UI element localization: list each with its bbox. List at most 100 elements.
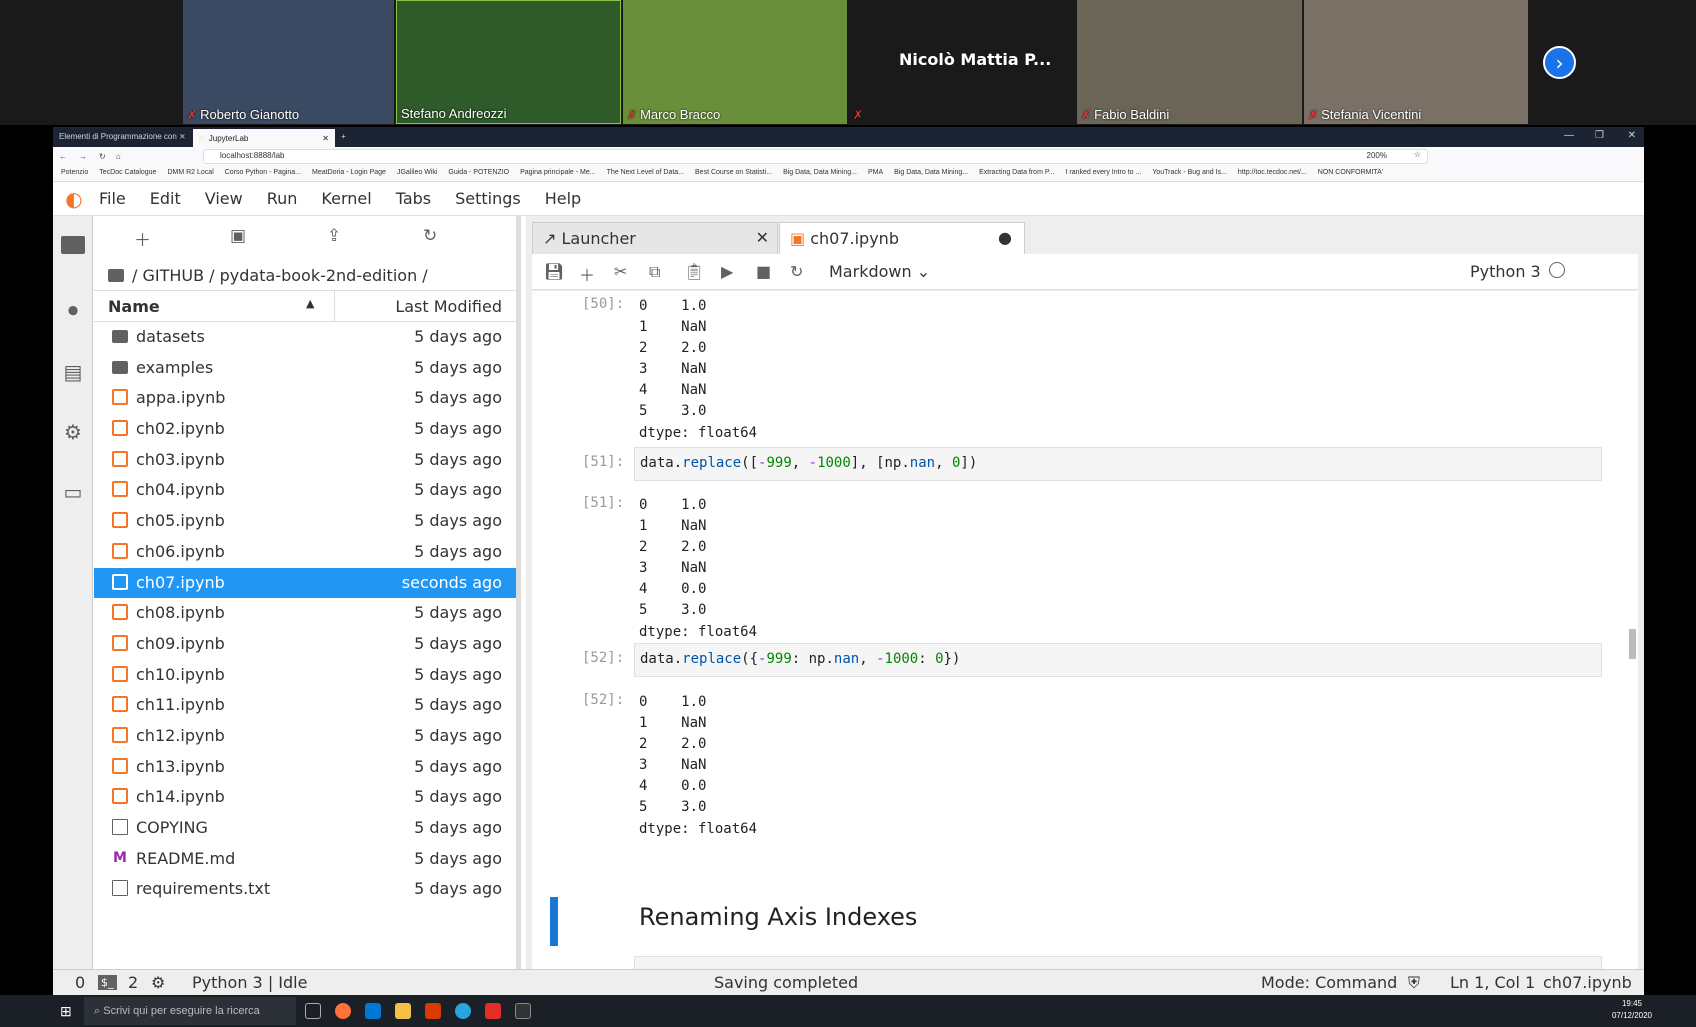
file-row[interactable]: ch11.ipynb 5 days ago [94, 690, 516, 721]
cursor-position[interactable]: Ln 1, Col 1 [1450, 973, 1535, 992]
bookmark-item[interactable]: JGalileo Wiki [397, 169, 437, 176]
back-icon[interactable]: ← [59, 152, 67, 161]
file-row[interactable]: M README.md 5 days ago [94, 844, 516, 875]
bookmark-item[interactable]: Big Data, Data Mining... [783, 169, 857, 176]
windows-start-icon[interactable]: ⊞ [60, 1003, 72, 1020]
file-row[interactable]: requirements.txt 5 days ago [94, 874, 516, 905]
file-row[interactable]: ch02.ipynb 5 days ago [94, 414, 516, 445]
restart-icon[interactable]: ↻ [790, 262, 803, 281]
menu-tabs[interactable]: Tabs [396, 189, 431, 208]
bookmark-item[interactable]: Extracting Data from P... [979, 169, 1054, 176]
tab-launcher[interactable]: ↗ Launcher ✕ [532, 222, 778, 254]
command-palette-icon[interactable]: ▤ [61, 360, 85, 384]
bookmark-item[interactable]: Corso Python - Pagina... [225, 169, 301, 176]
column-last-modified[interactable]: Last Modified [395, 297, 502, 316]
run-icon[interactable]: ▶ [721, 262, 733, 281]
bookmark-item[interactable]: PMA [868, 169, 883, 176]
bookmark-item[interactable]: Big Data, Data Mining... [894, 169, 968, 176]
file-row[interactable]: appa.ipynb 5 days ago [94, 383, 516, 414]
refresh-icon[interactable]: ↻ [423, 226, 437, 246]
menu-help[interactable]: Help [545, 189, 581, 208]
firefox-icon[interactable] [335, 1003, 351, 1019]
bookmark-item[interactable]: Potenzio [61, 169, 88, 176]
edge-icon[interactable] [455, 1003, 471, 1019]
cut-icon[interactable]: ✂ [614, 262, 627, 281]
bookmark-item[interactable]: Guida - POTENZIO [448, 169, 509, 176]
next-participants-button[interactable]: › [1543, 46, 1576, 79]
terminal-count[interactable]: 0 [75, 973, 85, 992]
file-row[interactable]: ch12.ipynb 5 days ago [94, 721, 516, 752]
reload-icon[interactable]: ↻ [99, 152, 106, 161]
new-folder-icon[interactable]: ▣ [230, 226, 246, 246]
menu-run[interactable]: Run [267, 189, 298, 208]
taskbar-search[interactable]: ⌕ Scrivi qui per eseguire la ricerca [84, 997, 296, 1025]
shield-icon[interactable]: ⛨ [1408, 973, 1420, 993]
stop-icon[interactable]: ■ [756, 262, 771, 281]
bookmark-item[interactable]: Pagina principale - Me... [520, 169, 595, 176]
markdown-heading[interactable]: Renaming Axis Indexes [639, 903, 917, 931]
bookmark-item[interactable]: YouTrack - Bug and Is... [1152, 169, 1227, 176]
bookmark-item[interactable]: http://toc.tecdoc.net/... [1238, 169, 1307, 176]
file-row[interactable]: ch05.ipynb 5 days ago [94, 506, 516, 537]
file-row[interactable]: ch10.ipynb 5 days ago [94, 660, 516, 691]
cell-type-select[interactable]: Markdown ⌄ [829, 262, 930, 281]
code-cell[interactable]: data.replace([-999, -1000], [np.nan, 0]) [634, 447, 1602, 481]
paste-icon[interactable]: 📋︎ [684, 262, 704, 281]
new-tab-button[interactable]: + [335, 129, 355, 147]
file-row[interactable]: ch07.ipynb seconds ago [94, 567, 516, 599]
bookmark-item[interactable]: The Next Level of Data... [607, 169, 684, 176]
menu-view[interactable]: View [205, 189, 243, 208]
unsaved-dot-icon[interactable]: ● [998, 228, 1012, 247]
file-row[interactable]: ch06.ipynb 5 days ago [94, 537, 516, 568]
running-sessions-icon[interactable]: ⏺ [61, 298, 85, 322]
close-window-icon[interactable]: ✕ [1628, 130, 1636, 141]
file-row[interactable]: ch08.ipynb 5 days ago [94, 598, 516, 629]
menu-file[interactable]: File [99, 189, 126, 208]
browser-tab[interactable]: Elementi di Programmazione con ⨯ [53, 129, 193, 147]
file-row[interactable]: ch04.ipynb 5 days ago [94, 475, 516, 506]
office-icon[interactable] [425, 1003, 441, 1019]
close-tab-icon[interactable]: ✕ [322, 134, 329, 143]
bookmark-item[interactable]: Best Course on Statisti... [695, 169, 772, 176]
bookmark-item[interactable]: I ranked every Intro to ... [1065, 169, 1141, 176]
terminal-icon[interactable]: $_ [98, 975, 117, 990]
close-icon[interactable]: ✕ [756, 228, 769, 247]
kernel-count[interactable]: 2 [128, 973, 138, 992]
minimize-icon[interactable]: — [1564, 130, 1574, 141]
insert-cell-icon[interactable]: ＋ [579, 262, 595, 286]
mode-indicator[interactable]: Mode: Command [1261, 973, 1397, 992]
acrobat-icon[interactable] [485, 1003, 501, 1019]
outlook-icon[interactable] [365, 1003, 381, 1019]
participant-tile[interactable]: ✗ Fabio Baldini [1077, 0, 1302, 124]
browser-tab-active[interactable]: ◌ JupyterLab ✕ [193, 129, 335, 147]
column-name[interactable]: Name [108, 297, 160, 316]
save-icon[interactable]: 💾︎ [544, 262, 564, 281]
breadcrumb-path[interactable]: / GITHUB / pydata-book-2nd-edition / [132, 266, 428, 285]
task-view-icon[interactable] [305, 1003, 321, 1019]
participant-tile[interactable]: ✗ Marco Bracco [623, 0, 847, 124]
folder-icon[interactable] [108, 268, 124, 282]
file-explorer-icon[interactable] [395, 1003, 411, 1019]
menu-kernel[interactable]: Kernel [321, 189, 371, 208]
copy-icon[interactable]: ⧉ [649, 262, 660, 282]
restore-icon[interactable]: ❐ [1595, 130, 1604, 141]
bookmark-item[interactable]: TecDoc Catalogue [99, 169, 156, 176]
file-row[interactable]: ch09.ipynb 5 days ago [94, 629, 516, 660]
kernel-gear-icon[interactable]: ⚙ [151, 973, 165, 992]
file-row[interactable]: ch13.ipynb 5 days ago [94, 752, 516, 783]
zoom-level[interactable]: 200% [1367, 151, 1387, 160]
file-row[interactable]: COPYING 5 days ago [94, 813, 516, 844]
tabs-icon[interactable]: ▭ [61, 480, 85, 504]
url-field[interactable]: localhost:8888/lab 200% ☆ [203, 149, 1428, 164]
participant-tile[interactable]: ✗ Roberto Gianotto [183, 0, 394, 124]
tab-ch07[interactable]: ▣ ch07.ipynb ● [779, 222, 1025, 255]
vertical-scrollbar[interactable] [1629, 629, 1636, 659]
terminal-app-icon[interactable] [515, 1003, 531, 1019]
new-launcher-icon[interactable]: ＋ [134, 226, 151, 251]
folder-icon[interactable] [61, 236, 85, 254]
file-row[interactable]: ch14.ipynb 5 days ago [94, 782, 516, 813]
code-cell[interactable] [634, 956, 1602, 969]
system-clock[interactable]: 19:45 07/12/2020 [1612, 998, 1652, 1022]
kernel-state[interactable]: Python 3 | Idle [192, 973, 307, 992]
property-inspector-icon[interactable]: ⚙ [61, 420, 85, 444]
